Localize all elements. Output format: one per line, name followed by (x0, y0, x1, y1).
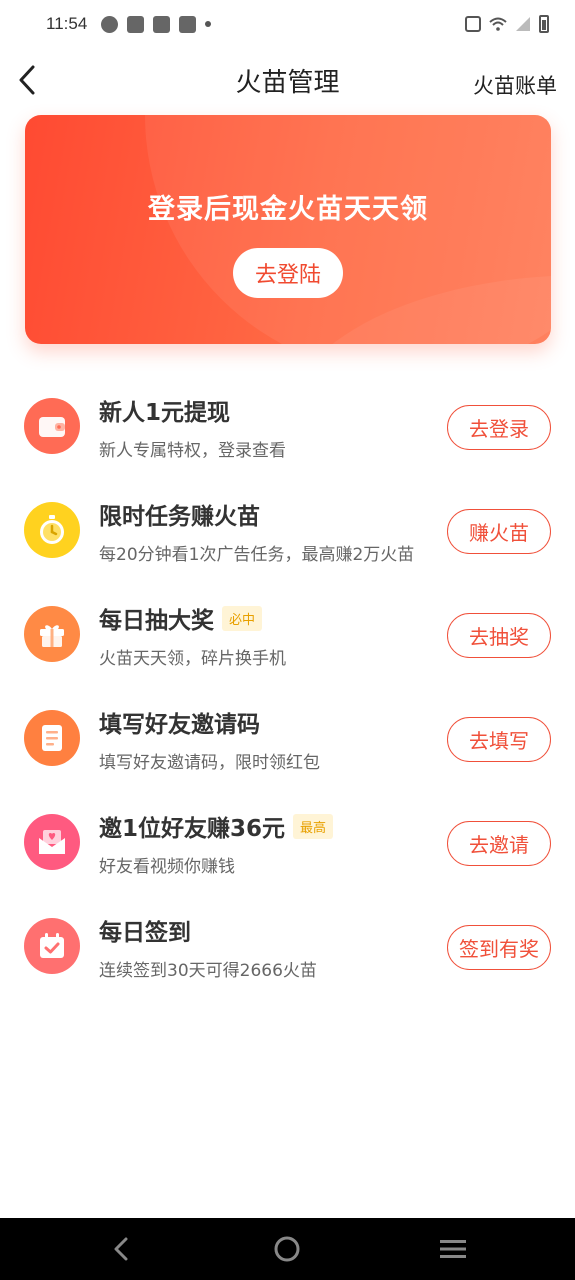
task-title: 限时任务赚火苗 (99, 504, 260, 530)
back-icon (114, 1237, 128, 1261)
home-icon (274, 1236, 300, 1262)
list-item: 每日抽大奖 必中 火苗天天领，碎片换手机 去抽奖 (0, 583, 575, 687)
task-title: 邀1位好友赚36元 最高 (99, 809, 334, 843)
system-status-icons (465, 15, 549, 33)
list-item: 限时任务赚火苗 每20分钟看1次广告任务，最高赚2万火苗 赚火苗 (0, 479, 575, 583)
earn-flame-button[interactable]: 赚火苗 (447, 509, 551, 554)
go-draw-button[interactable]: 去抽奖 (447, 613, 551, 658)
system-home-button[interactable] (272, 1234, 302, 1264)
wallet-icon (24, 398, 80, 454)
task-desc: 新人专属特权，登录查看 (99, 441, 286, 461)
stopwatch-icon (24, 502, 80, 558)
login-button[interactable]: 去登陆 (233, 248, 343, 298)
calendar-check-icon (24, 918, 80, 974)
list-item: 每日签到 连续签到30天可得2666火苗 签到有奖 (0, 895, 575, 999)
task-title: 新人1元提现 (99, 400, 231, 426)
task-title: 每日签到 (99, 920, 191, 946)
go-invite-button[interactable]: 去邀请 (447, 821, 551, 866)
list-item: 填写好友邀请码 填写好友邀请码，限时领红包 去填写 (0, 687, 575, 791)
task-desc: 连续签到30天可得2666火苗 (99, 961, 317, 981)
status-time: 11:54 (46, 14, 88, 33)
flame-bill-link[interactable]: 火苗账单 (473, 70, 557, 100)
clock-icon (101, 15, 119, 33)
task-desc: 每20分钟看1次广告任务，最高赚2万火苗 (99, 545, 415, 565)
gift-icon (24, 606, 80, 662)
go-fill-button[interactable]: 去填写 (447, 717, 551, 762)
top-nav-bar: 火苗管理 火苗账单 (0, 52, 575, 108)
task-list: 新人1元提现 新人专属特权，登录查看 去登录 限时任务赚火苗 每20分钟看1次广… (0, 375, 575, 999)
task-title: 每日抽大奖 必中 (99, 601, 263, 635)
system-back-button[interactable] (106, 1234, 136, 1264)
go-login-button[interactable]: 去登录 (447, 405, 551, 450)
dot-icon (205, 21, 212, 27)
status-badge: 必中 (222, 605, 263, 631)
mail-icon (179, 15, 197, 33)
task-desc: 好友看视频你赚钱 (99, 857, 235, 877)
notification-icons (101, 15, 212, 33)
task-desc: 火苗天天领，碎片换手机 (99, 649, 286, 669)
wifi-icon (489, 17, 507, 31)
status-bar: 11:54 (0, 0, 575, 48)
system-nav-bar (0, 1218, 575, 1280)
menu-icon (440, 1240, 466, 1258)
battery-icon (539, 15, 549, 33)
vibrate-icon (465, 16, 481, 32)
mail-icon (127, 15, 145, 33)
list-item: 新人1元提现 新人专属特权，登录查看 去登录 (0, 375, 575, 479)
task-title: 填写好友邀请码 (99, 712, 260, 738)
document-icon (24, 710, 80, 766)
invite-envelope-icon (24, 814, 80, 870)
task-desc: 填写好友邀请码，限时领红包 (99, 753, 320, 773)
system-menu-button[interactable] (438, 1234, 468, 1264)
status-badge: 最高 (293, 813, 334, 839)
mail-icon (153, 15, 171, 33)
banner-title: 登录后现金火苗天天领 (148, 194, 428, 225)
checkin-reward-button[interactable]: 签到有奖 (447, 925, 551, 970)
login-banner: 登录后现金火苗天天领 去登陆 (25, 115, 551, 344)
list-item: 邀1位好友赚36元 最高 好友看视频你赚钱 去邀请 (0, 791, 575, 895)
signal-icon (516, 17, 530, 31)
